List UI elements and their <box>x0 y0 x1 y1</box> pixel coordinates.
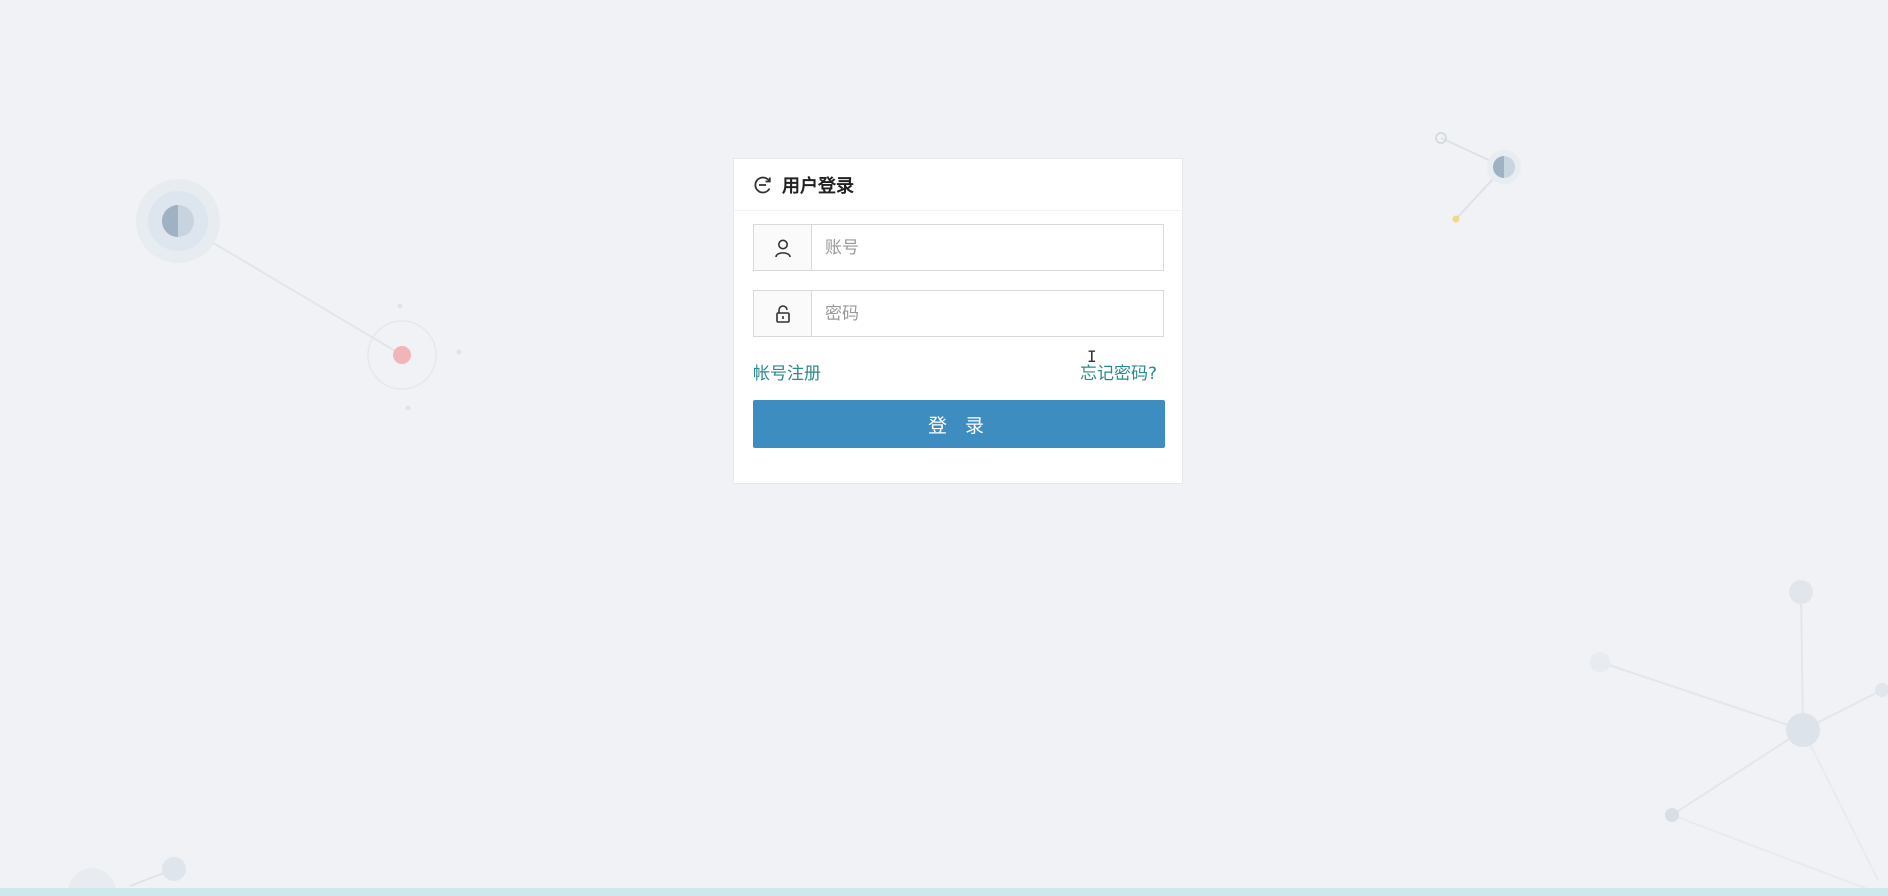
account-input[interactable] <box>812 225 1163 270</box>
bottom-strip <box>0 888 1888 896</box>
account-input-group <box>753 224 1164 271</box>
login-page: 用户登录 账号 帐号注册 忘记密码? 登 录 I <box>0 0 1888 896</box>
text-cursor-icon: I <box>1087 347 1097 366</box>
password-input[interactable] <box>812 291 1163 336</box>
user-icon <box>754 225 812 270</box>
login-links-row: 帐号注册 忘记密码? <box>753 356 1163 386</box>
login-card-header: 用户登录 <box>734 159 1182 211</box>
login-form: 帐号注册 忘记密码? 登 录 <box>734 211 1182 448</box>
login-button[interactable]: 登 录 <box>753 400 1165 448</box>
login-title: 用户登录 <box>782 175 854 197</box>
password-input-group <box>753 290 1164 337</box>
login-card: 用户登录 账号 帐号注册 忘记密码? 登 录 <box>733 158 1183 484</box>
refresh-circle-icon <box>752 174 774 196</box>
register-link[interactable]: 帐号注册 <box>753 359 821 384</box>
lock-icon <box>754 291 812 336</box>
